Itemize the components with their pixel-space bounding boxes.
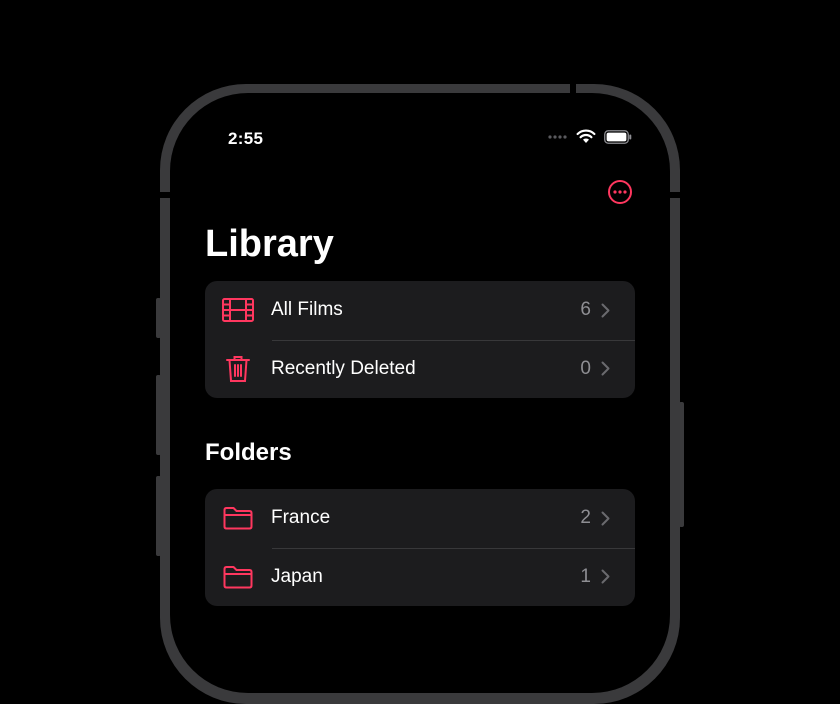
item-count: 2 — [580, 507, 591, 529]
volume-down-button — [156, 476, 161, 556]
library-list: All Films 6 Recently Deleted 0 — [205, 281, 635, 398]
item-count: 6 — [580, 299, 591, 321]
list-item-all-films[interactable]: All Films 6 — [205, 281, 635, 340]
item-count: 0 — [580, 357, 591, 379]
folder-icon — [205, 506, 271, 530]
folders-list: France 2 Japan 1 — [205, 489, 635, 606]
list-item-label: Japan — [271, 565, 323, 587]
status-indicators — [548, 129, 632, 144]
chevron-right-icon — [601, 303, 615, 318]
list-item-label: All Films — [271, 299, 343, 321]
chevron-right-icon — [601, 361, 615, 376]
cellular-signal-icon — [548, 134, 567, 139]
list-item-folder-france[interactable]: France 2 — [205, 489, 635, 548]
chevron-right-icon — [601, 511, 615, 526]
antenna-band — [160, 192, 170, 198]
folders-section-title: Folders — [205, 439, 292, 466]
folder-icon — [205, 565, 271, 589]
chevron-right-icon — [601, 569, 615, 584]
page-title: Library — [205, 223, 334, 265]
more-options-button[interactable] — [608, 180, 632, 204]
ellipsis-icon — [613, 190, 627, 194]
list-item-label: France — [271, 507, 331, 529]
item-count: 1 — [580, 565, 591, 587]
film-icon — [205, 298, 271, 323]
list-item-label: Recently Deleted — [271, 357, 416, 379]
antenna-band — [670, 192, 680, 198]
trash-icon — [205, 355, 271, 383]
mute-switch — [156, 298, 161, 338]
battery-icon — [604, 129, 632, 144]
list-item-recently-deleted[interactable]: Recently Deleted 0 — [205, 339, 635, 399]
side-power-button — [679, 402, 684, 527]
volume-up-button — [156, 375, 161, 455]
list-item-folder-japan[interactable]: Japan 1 — [205, 547, 635, 607]
wifi-icon — [576, 129, 596, 143]
phone-screen: 2:55 Library All Films 6 Recently Delete… — [170, 93, 670, 693]
status-time: 2:55 — [228, 129, 264, 148]
